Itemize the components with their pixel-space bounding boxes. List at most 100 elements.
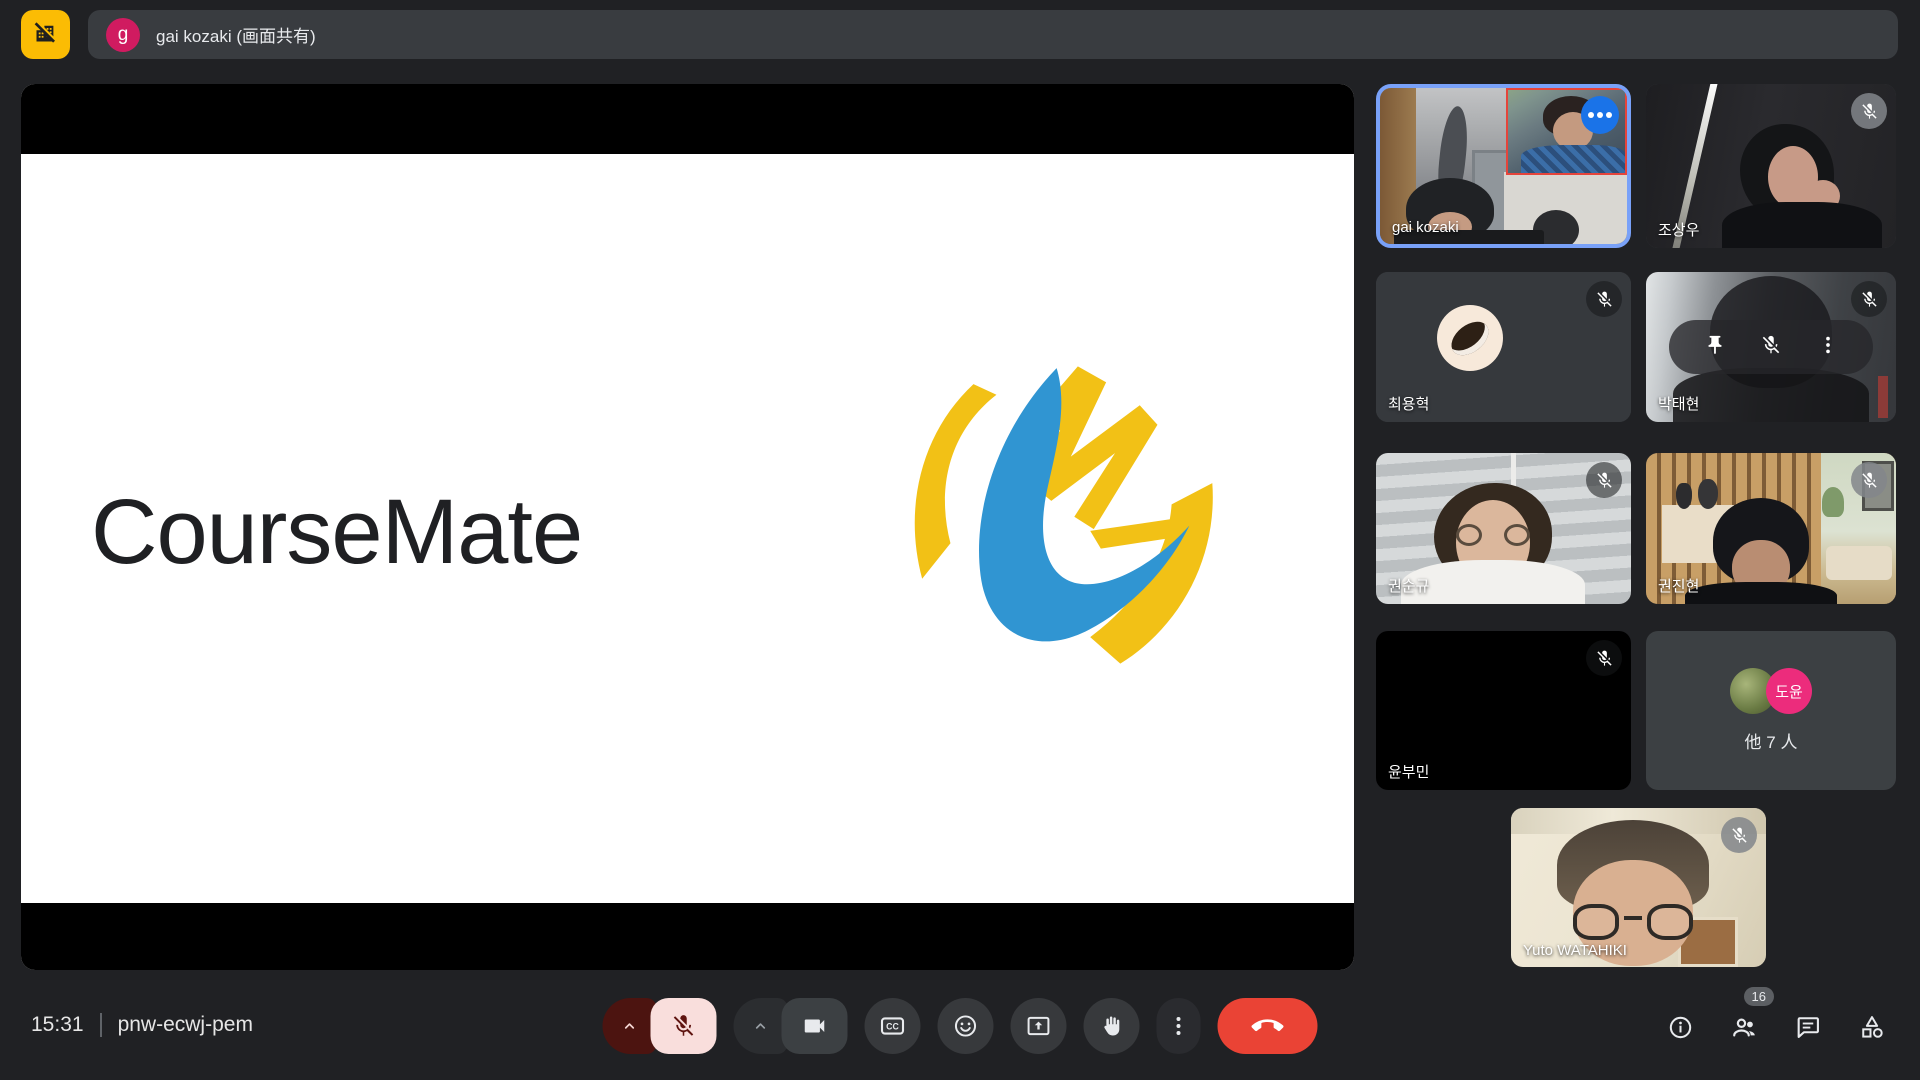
call-end-icon xyxy=(1252,1010,1284,1042)
captions-icon: CC xyxy=(879,1012,907,1040)
shapes-icon xyxy=(1858,1013,1886,1041)
mic-muted-icon xyxy=(1586,640,1622,676)
presenter-avatar: g xyxy=(106,18,140,52)
participant-name: 윤부민 xyxy=(1388,761,1429,782)
clock-time: 15:31 xyxy=(31,1013,84,1037)
pin-button[interactable] xyxy=(1704,334,1726,361)
call-controls: CC xyxy=(603,998,1318,1054)
person-torso xyxy=(1722,202,1882,248)
shared-slide-title: CourseMate xyxy=(91,480,582,585)
info-icon xyxy=(1667,1014,1694,1041)
mute-button[interactable] xyxy=(1760,334,1782,361)
present-icon xyxy=(1025,1012,1053,1040)
tile-more-options-button[interactable] xyxy=(1581,96,1619,134)
dot xyxy=(1588,112,1594,118)
more-vert-icon xyxy=(1167,1014,1191,1038)
svg-text:CC: CC xyxy=(886,1022,899,1032)
person-torso xyxy=(1673,368,1869,422)
mic-toggle-button[interactable] xyxy=(651,998,717,1054)
meeting-code: pnw-ecwj-pem xyxy=(118,1013,253,1037)
mic-muted-icon xyxy=(1851,281,1887,317)
letterbox-top xyxy=(21,84,1354,154)
presenter-label: gai kozaki (画面共有) xyxy=(156,22,316,47)
participant-name: 최용혁 xyxy=(1388,393,1429,414)
participants-count-badge: 16 xyxy=(1744,987,1774,1006)
participants-button[interactable]: 16 xyxy=(1720,1003,1768,1051)
hand-icon xyxy=(1098,1013,1125,1040)
shared-screen-stage: CourseMate xyxy=(21,84,1354,970)
chat-button[interactable] xyxy=(1784,1003,1832,1051)
camera-control-group xyxy=(734,998,848,1054)
chevron-up-icon xyxy=(621,1017,639,1035)
meeting-details-button[interactable] xyxy=(1656,1003,1704,1051)
captions-button[interactable]: CC xyxy=(865,998,921,1054)
mic-control-group xyxy=(603,998,717,1054)
mic-muted-icon xyxy=(1586,281,1622,317)
participant-name: 권진현 xyxy=(1658,575,1699,596)
bg-vase xyxy=(1676,483,1692,509)
tile-cho-sangwoo[interactable]: 조상우 xyxy=(1646,84,1896,248)
tile-kwon-jinhyun[interactable]: 권진현 xyxy=(1646,453,1896,604)
camera-toggle-button[interactable] xyxy=(782,998,848,1054)
coursemate-logo xyxy=(866,354,1226,699)
camera-options-button[interactable] xyxy=(734,998,788,1054)
raise-hand-button[interactable] xyxy=(1084,998,1140,1054)
participant-name: 박태현 xyxy=(1658,393,1699,414)
presentation-off-icon xyxy=(32,19,59,51)
letterbox-bottom xyxy=(21,903,1354,970)
divider xyxy=(100,1013,102,1037)
tile-hover-controls xyxy=(1669,320,1873,374)
tile-gai-kozaki[interactable]: gai kozaki xyxy=(1376,84,1631,248)
mic-off-icon xyxy=(671,1013,697,1039)
bg-sofa xyxy=(1826,546,1892,580)
reactions-button[interactable] xyxy=(938,998,994,1054)
more-options-button[interactable] xyxy=(1157,998,1201,1054)
person-glasses xyxy=(1456,524,1530,548)
tile-choi-yonghyuk[interactable]: 최용혁 xyxy=(1376,272,1631,422)
participant-name: gai kozaki xyxy=(1392,219,1459,236)
mic-muted-icon xyxy=(1851,462,1887,498)
tile-park-taehyun[interactable]: 박태현 xyxy=(1646,272,1896,422)
participant-name: 조상우 xyxy=(1658,219,1699,240)
mic-muted-icon xyxy=(1586,462,1622,498)
chat-icon xyxy=(1794,1013,1822,1041)
people-icon xyxy=(1730,1013,1759,1042)
person-glasses-bridge xyxy=(1624,916,1642,920)
panel-buttons: 16 xyxy=(1656,1003,1896,1051)
participant-name: Yuto WATAHIKI xyxy=(1523,942,1627,959)
person-shirt xyxy=(1521,145,1625,173)
dot xyxy=(1606,112,1612,118)
leave-call-button[interactable] xyxy=(1218,998,1318,1054)
dot xyxy=(1597,112,1603,118)
screen-share-status-button[interactable] xyxy=(21,10,70,59)
tile-yuto-watahiki[interactable]: Yuto WATAHIKI xyxy=(1511,808,1766,967)
tile-overflow-participants[interactable]: 도윤 他 7 人 xyxy=(1646,631,1896,790)
overflow-avatars: 도윤 xyxy=(1730,668,1812,714)
bg-vase xyxy=(1698,479,1718,509)
avatar-doyun-label: 도윤 xyxy=(1775,681,1803,702)
avatar xyxy=(1437,305,1503,371)
emoji-icon xyxy=(952,1012,980,1040)
mic-options-button[interactable] xyxy=(603,998,657,1054)
chevron-up-icon xyxy=(752,1017,770,1035)
camera-icon xyxy=(802,1013,828,1039)
tile-kwon-sungyu[interactable]: 권순규 xyxy=(1376,453,1631,604)
activities-button[interactable] xyxy=(1848,1003,1896,1051)
bg-object xyxy=(1878,376,1888,418)
presenter-banner[interactable]: g gai kozaki (画面共有) xyxy=(88,10,1898,59)
tile-yun-bumin[interactable]: 윤부민 xyxy=(1376,631,1631,790)
presenter-avatar-letter: g xyxy=(118,24,129,46)
overflow-count-label: 他 7 人 xyxy=(1745,728,1798,753)
person-glasses xyxy=(1573,904,1693,944)
google-meet-window: g gai kozaki (画面共有) CourseMate xyxy=(0,0,1920,1080)
bg-plant xyxy=(1822,487,1844,517)
mic-muted-icon xyxy=(1851,93,1887,129)
avatar-doyun: 도윤 xyxy=(1766,668,1812,714)
participant-name: 권순규 xyxy=(1388,575,1429,596)
mic-muted-icon xyxy=(1721,817,1757,853)
avatar-cookie-image xyxy=(1445,314,1495,361)
tile-more-options-button[interactable] xyxy=(1817,334,1839,361)
person-torso xyxy=(1685,582,1837,604)
present-button[interactable] xyxy=(1011,998,1067,1054)
meeting-info: 15:31 pnw-ecwj-pem xyxy=(31,1013,253,1037)
